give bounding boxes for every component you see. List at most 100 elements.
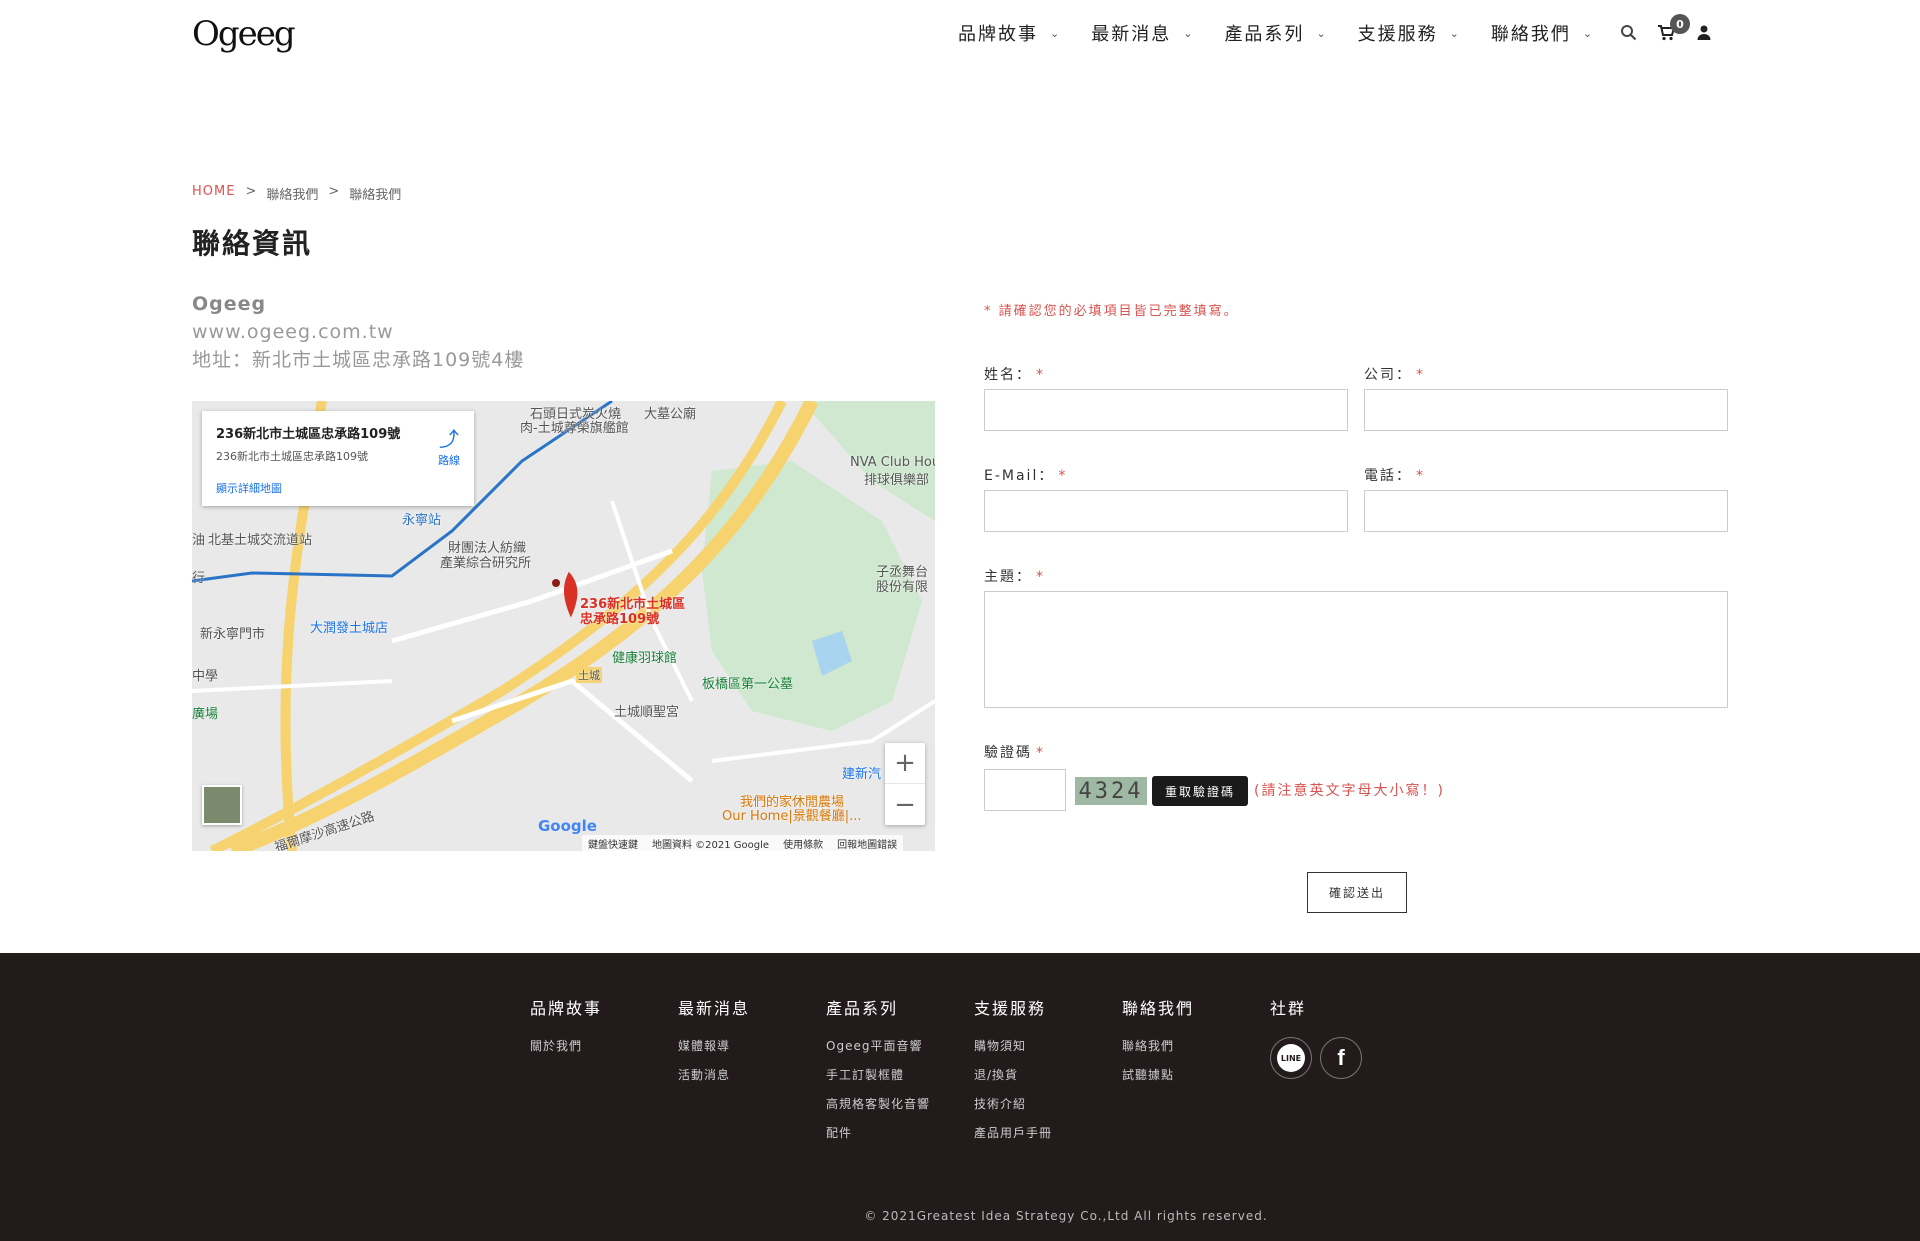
footer-link[interactable]: 產品用戶手冊 <box>974 1124 1052 1141</box>
map-label: 廣場 <box>192 707 219 722</box>
chevron-down-icon: ⌄ <box>1582 26 1595 40</box>
map-label: 北基土城交流道站 <box>208 533 313 548</box>
map-label: 新永寧門市 <box>200 627 266 642</box>
view-larger-map-link[interactable]: 顯示詳細地圖 <box>216 480 460 496</box>
map-label: 大潤發土城店 <box>310 621 389 636</box>
footer-link[interactable]: Ogeeg平面音響 <box>826 1037 930 1054</box>
breadcrumb-home[interactable]: HOME <box>192 184 235 203</box>
footer-link[interactable]: 關於我們 <box>530 1037 602 1054</box>
map-label: 健康羽球館 <box>612 651 678 666</box>
captcha-case-note: (請注意英文字母大小寫！) <box>1254 783 1445 799</box>
directions-button[interactable]: ⤴ 路線 <box>438 423 460 468</box>
captcha-image: 4324 <box>1075 777 1147 805</box>
company-website: www.ogeeg.com.tw <box>192 321 394 343</box>
page-title: 聯絡資訊 <box>192 227 313 260</box>
cart-icon[interactable]: 0 <box>1656 14 1690 42</box>
nav-support[interactable]: 支援服務 ⌄ <box>1358 20 1461 46</box>
map-card-address: 236新北市土城區忠承路109號 <box>216 450 368 463</box>
footer-col-news: 最新消息 媒體報導 活動消息 <box>678 995 750 1095</box>
map-label: 肉-土城尊榮旗艦館 <box>520 421 629 436</box>
breadcrumb-separator: > <box>328 184 340 199</box>
directions-icon: ⤴ <box>439 427 459 451</box>
google-logo: Google <box>538 817 597 835</box>
line-button[interactable]: LINE <box>1270 1037 1312 1079</box>
map-label: NVA Club Hou <box>850 455 935 470</box>
terms-link[interactable]: 使用條款 <box>783 836 823 851</box>
captcha-label: 驗證碼 * <box>984 745 1045 761</box>
footer-heading: 社群 <box>1270 999 1307 1018</box>
cart-count-badge: 0 <box>1670 14 1690 34</box>
phone-label: 電話： * <box>1364 468 1425 484</box>
chevron-down-icon: ⌄ <box>1050 26 1062 40</box>
email-label: E-Mail： * <box>984 468 1068 484</box>
phone-input[interactable] <box>1364 490 1728 532</box>
main-nav: 品牌故事 ⌄ 最新消息 ⌄ 產品系列 ⌄ 支援服務 ⌄ 聯絡我們 ⌄ <box>958 20 1624 46</box>
subject-label: 主題： * <box>984 569 1045 585</box>
map-label: 永寧站 <box>402 513 442 528</box>
satellite-toggle[interactable] <box>202 785 242 825</box>
map-label: 中學 <box>192 669 219 684</box>
copyright: © 2021Greatest Idea Strategy Co.,Ltd All… <box>864 1209 1268 1223</box>
site-logo[interactable]: Ogeeg <box>192 14 296 54</box>
breadcrumb-contact[interactable]: 聯絡我們 <box>266 184 318 203</box>
breadcrumb-current: 聯絡我們 <box>349 188 402 203</box>
map-pin-label: 236新北市土城區 忠承路109號 <box>580 597 686 627</box>
google-map[interactable]: 石頭日式炭火燒 肉-土城尊榮旗艦館 大墓公廟 NVA Club Hou 排球俱樂… <box>192 401 935 851</box>
footer-heading: 最新消息 <box>678 999 751 1018</box>
footer-col-contact: 聯絡我們 聯絡我們 試聽據點 <box>1122 995 1194 1095</box>
footer-link[interactable]: 退/換貨 <box>974 1066 1052 1083</box>
zoom-out-button[interactable]: − <box>885 784 925 825</box>
submit-button[interactable]: 確認送出 <box>1307 872 1407 913</box>
social-links: LINE f <box>1270 1037 1362 1079</box>
footer-link[interactable]: 技術介紹 <box>974 1095 1052 1112</box>
required-note: * 請確認您的必填項目皆已完整填寫。 <box>984 304 1239 319</box>
footer-link[interactable]: 媒體報導 <box>678 1037 750 1054</box>
footer-col-products: 產品系列 Ogeeg平面音響 手工訂製框體 高規格客製化音響 配件 <box>826 995 930 1153</box>
map-label: Our Home|景觀餐廳|... <box>722 809 862 824</box>
zoom-in-button[interactable]: + <box>885 743 925 784</box>
contact-info: Ogeeg www.ogeeg.com.tw 地址：新北市土城區忠承路109號4… <box>192 290 524 374</box>
subject-textarea[interactable] <box>984 591 1728 708</box>
email-input[interactable] <box>984 490 1348 532</box>
footer-link[interactable]: 配件 <box>826 1124 930 1141</box>
map-attribution: 鍵盤快速鍵 地圖資料 ©2021 Google 使用條款 回報地圖錯誤 <box>582 835 904 851</box>
keyboard-shortcuts-link[interactable]: 鍵盤快速鍵 <box>588 836 638 851</box>
user-icon[interactable] <box>1694 22 1714 42</box>
chevron-down-icon: ⌄ <box>1449 26 1461 40</box>
map-label: 大墓公廟 <box>644 407 697 422</box>
refresh-captcha-button[interactable]: 重取驗證碼 <box>1152 776 1248 806</box>
nav-news[interactable]: 最新消息 ⌄ <box>1091 20 1194 46</box>
line-icon: LINE <box>1277 1044 1305 1072</box>
breadcrumb: HOME > 聯絡我們 > 聯絡我們 <box>192 184 401 203</box>
footer-col-brand: 品牌故事 關於我們 <box>530 995 602 1066</box>
report-error-link[interactable]: 回報地圖錯誤 <box>837 836 897 851</box>
captcha-input[interactable] <box>984 769 1066 811</box>
map-label: 股份有限 <box>876 580 929 595</box>
map-label: 土城順聖宮 <box>614 705 680 720</box>
footer-heading: 聯絡我們 <box>1122 999 1195 1018</box>
footer-link[interactable]: 手工訂製框體 <box>826 1066 930 1083</box>
site-header: Ogeeg 品牌故事 ⌄ 最新消息 ⌄ 產品系列 ⌄ 支援服務 ⌄ 聯絡我們 ⌄ 0 <box>0 0 1920 68</box>
company-name: Ogeeg <box>192 293 267 315</box>
name-input[interactable] <box>984 389 1348 431</box>
company-input[interactable] <box>1364 389 1728 431</box>
chevron-down-icon: ⌄ <box>1316 26 1328 40</box>
facebook-icon: f <box>1337 1045 1345 1070</box>
search-icon[interactable] <box>1618 22 1638 42</box>
nav-products[interactable]: 產品系列 ⌄ <box>1224 20 1327 46</box>
map-label: 排球俱樂部 <box>864 473 930 488</box>
footer-link[interactable]: 高規格客製化音響 <box>826 1095 930 1112</box>
map-card-title: 236新北市土城區忠承路109號 <box>216 427 401 442</box>
map-data-text: 地圖資料 ©2021 Google <box>652 840 770 851</box>
footer-link[interactable]: 購物須知 <box>974 1037 1052 1054</box>
company-address: 地址：新北市土城區忠承路109號4樓 <box>192 349 525 371</box>
footer-link[interactable]: 聯絡我們 <box>1122 1037 1194 1054</box>
nav-brand-story[interactable]: 品牌故事 ⌄ <box>958 20 1061 46</box>
nav-contact[interactable]: 聯絡我們 ⌄ <box>1491 20 1594 46</box>
footer-link[interactable]: 試聽據點 <box>1122 1066 1194 1083</box>
facebook-button[interactable]: f <box>1320 1037 1362 1079</box>
name-label: 姓名： * <box>984 367 1045 383</box>
footer-link[interactable]: 活動消息 <box>678 1066 750 1083</box>
footer-col-social: 社群 LINE f <box>1270 995 1362 1079</box>
map-label: 建新汽 <box>842 767 882 782</box>
